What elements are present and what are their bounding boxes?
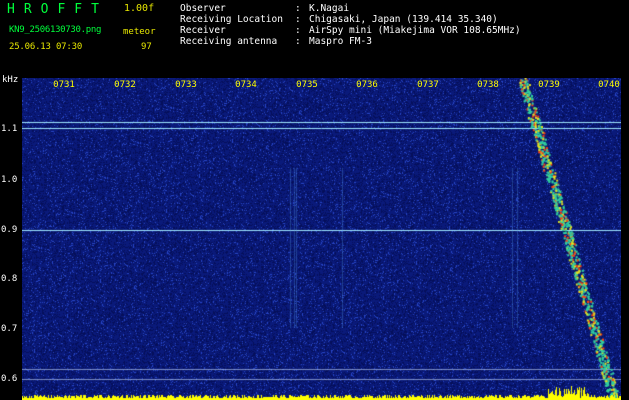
info-row-receiver: Receiver: AirSpy mini (Miakejima VOR 108.… [180,25,521,36]
freq-tick: 1.1 [1,124,18,134]
info-key: Receiving antenna [180,36,278,47]
info-key: Receiver [180,25,226,36]
app-title: HROFFT [7,2,108,17]
freq-tick: 1.0 [1,175,18,185]
time-tick: 0733 [175,80,197,90]
info-row-location: Receiving Location: Chigasaki, Japan (139… [180,14,521,25]
datetime-label: 25.06.13 07:30 [9,42,83,52]
info-value: AirSpy mini (Miakejima VOR 108.65MHz) [309,25,521,36]
version-label: 1.00f [124,3,155,14]
freq-tick: 0.8 [1,274,18,284]
info-sep: : [295,14,301,25]
header-panel: HROFFT 1.00f KN9_2506130730.png meteor 2… [0,0,629,78]
time-tick: 0734 [235,80,257,90]
info-sep: : [295,36,301,47]
observation-info: Observer: K.Nagai Receiving Location: Chig… [180,3,521,47]
info-value: K.Nagai [309,3,350,14]
time-tick: 0731 [53,80,75,90]
spectrogram-canvas[interactable] [22,78,621,400]
time-tick: 0737 [417,80,439,90]
spectrogram-plot[interactable] [22,78,621,400]
meteor-label: meteor [123,27,156,37]
info-sep: : [295,25,301,36]
time-tick: 0738 [477,80,499,90]
info-key: Receiving Location [180,14,283,25]
info-row-antenna: Receiving antenna: Maspro FM-3 [180,36,521,47]
info-sep: : [295,3,301,14]
freq-tick: 0.9 [1,225,18,235]
info-value: Chigasaki, Japan (139.414 35.340) [309,14,498,25]
time-tick: 0739 [538,80,560,90]
frequency-axis: 1.1 1.0 0.9 0.8 0.7 0.6 [0,78,22,400]
info-value: Maspro FM-3 [309,36,372,47]
info-key: Observer [180,3,226,14]
time-tick: 0740 [598,80,620,90]
freq-tick: 0.6 [1,374,18,384]
filename-label: KN9_2506130730.png [9,25,102,35]
meteor-count: 97 [141,42,152,52]
time-tick: 0736 [356,80,378,90]
time-tick: 0735 [296,80,318,90]
freq-tick: 0.7 [1,324,18,334]
time-tick: 0732 [114,80,136,90]
info-row-observer: Observer: K.Nagai [180,3,521,14]
time-axis: 0731 0732 0733 0734 0735 0736 0737 0738 … [22,80,621,94]
